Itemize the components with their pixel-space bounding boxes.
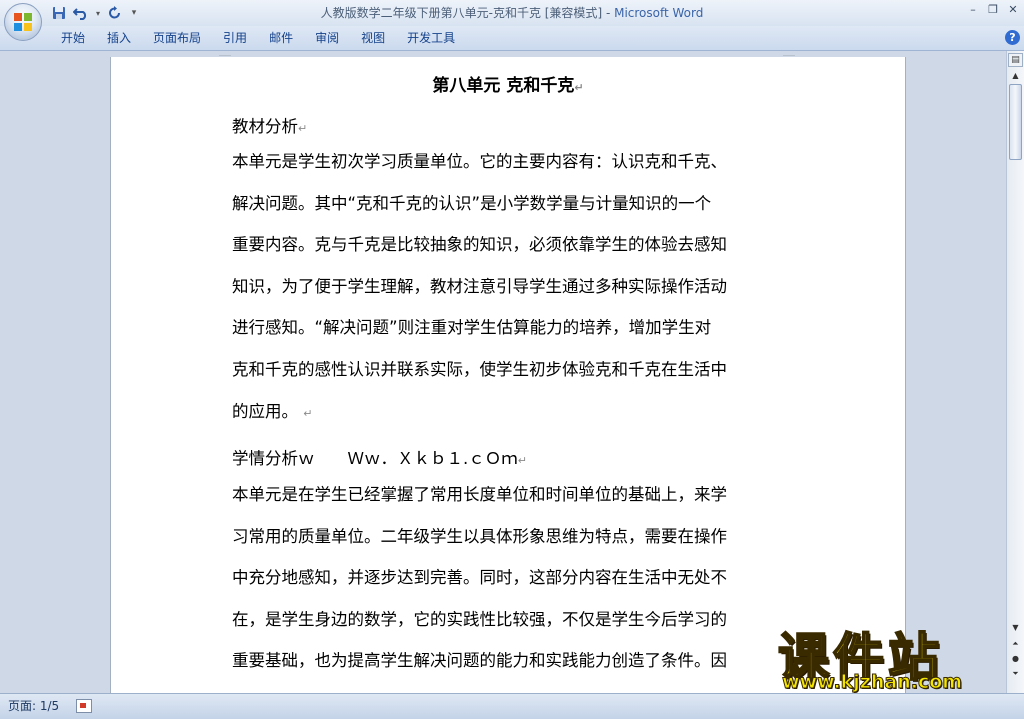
customize-icon[interactable]: ▾ [128,4,140,22]
document-title: 第八单元 克和千克↵ [432,76,584,96]
text-line: 在，是学生身边的数学，它的实践性比较强，不仅是学生今后学习的 [232,609,727,629]
tab-view[interactable]: 视图 [350,26,396,50]
dropdown-arrow-icon[interactable]: ▾ [94,4,102,22]
heading-student-analysis: 学情分析ｗ Ｗｗ．Ｘｋｂ１.ｃＯｍ↵ [232,449,527,468]
heading-textbook-analysis: 教材分析↵ [232,117,308,136]
scroll-down-icon[interactable]: ▼ [1008,621,1023,635]
tab-insert[interactable]: 插入 [96,26,142,50]
tab-page-layout[interactable]: 页面布局 [142,26,212,50]
browse-object-icon[interactable]: ● [1008,652,1023,665]
ribbon: 开始 插入 页面布局 引用 邮件 审阅 视图 开发工具 ? [0,26,1024,51]
tab-references[interactable]: 引用 [212,26,258,50]
undo-icon[interactable] [72,4,90,22]
view-ruler-icon[interactable]: ▤ [1008,53,1023,67]
text-line: 中充分地感知，并逐步达到完善。同时，这部分内容在生活中无处不 [232,568,727,588]
text-line: 解决问题。其中“克和千克的认识”是小学数学量与计量知识的一个 [232,193,712,213]
status-bar: 页面: 1/5 [0,693,1024,719]
tab-mailings[interactable]: 邮件 [258,26,304,50]
window-controls: – ❐ ✕ [964,2,1022,18]
text-line: 本单元是在学生已经掌握了常用长度单位和时间单位的基础上，来学 [232,485,727,504]
vertical-scrollbar[interactable]: ▤ ▲ ▼ ⏶ ● ⏷ [1006,51,1024,693]
document-workspace: 第八单元 克和千克↵ 教材分析↵ 本单元是学生初次学习质量单位。它的主要内容有：… [0,51,1006,693]
office-button[interactable] [4,3,42,41]
quick-access-toolbar: ▾ ▾ [50,3,140,23]
text-line: 知识，为了便于学生理解，教材注意引导学生通过多种实际操作活动 [232,276,727,296]
next-page-icon[interactable]: ⏷ [1008,667,1023,680]
watermark-url: www.kjzhan.com [781,671,963,694]
text-line: 重要基础，也为提高学生解决问题的能力和实践能力创造了条件。因 [232,651,727,671]
previous-page-icon[interactable]: ⏶ [1008,637,1023,650]
window-title: 人教版数学二年级下册第八单元-克和千克 [兼容模式] - Microsoft W… [320,6,704,20]
scroll-up-icon[interactable]: ▲ [1008,67,1023,84]
tab-developer[interactable]: 开发工具 [396,26,466,50]
margin-mark-right [783,55,795,64]
text-line: 进行感知。“解决问题”则注重对学生估算能力的培养，增加学生对 [232,318,712,338]
ribbon-tabs: 开始 插入 页面布局 引用 邮件 审阅 视图 开发工具 [50,26,466,50]
scroll-thumb[interactable] [1009,84,1022,160]
redo-icon[interactable] [106,4,124,22]
text-line: 克和千克的感性认识并联系实际，使学生初步体验克和千克在生活中 [232,359,727,379]
tab-home[interactable]: 开始 [50,26,96,50]
page-indicator[interactable]: 页面: 1/5 [8,694,59,719]
help-icon[interactable]: ? [1005,30,1020,45]
text-line: 习常用的质量单位。二年级学生以具体形象思维为特点，需要在操作 [232,526,727,546]
title-bar: 人教版数学二年级下册第八单元-克和千克 [兼容模式] - Microsoft W… [0,0,1024,26]
paragraph-student-analysis: 本单元是在学生已经掌握了常用长度单位和时间单位的基础上，来学 习常用的质量单位。… [232,474,788,682]
close-icon[interactable]: ✕ [1004,2,1022,18]
restore-icon[interactable]: ❐ [984,2,1002,18]
text-line: 的应用。 ↵ [232,401,313,421]
text-line: 重要内容。克与千克是比较抽象的知识，必须依靠学生的体验去感知 [232,235,727,255]
tab-review[interactable]: 审阅 [304,26,350,50]
office-logo-icon [14,13,32,31]
margin-mark-left [219,55,231,64]
document-page[interactable]: 第八单元 克和千克↵ 教材分析↵ 本单元是学生初次学习质量单位。它的主要内容有：… [110,55,906,693]
minimize-icon[interactable]: – [964,2,982,18]
proofing-icon[interactable] [76,699,92,713]
paragraph-textbook-analysis: 本单元是学生初次学习质量单位。它的主要内容有：认识克和千克、 解决问题。其中“克… [232,141,788,434]
text-line: 本单元是学生初次学习质量单位。它的主要内容有：认识克和千克、 [232,152,727,171]
save-icon[interactable] [50,4,68,22]
